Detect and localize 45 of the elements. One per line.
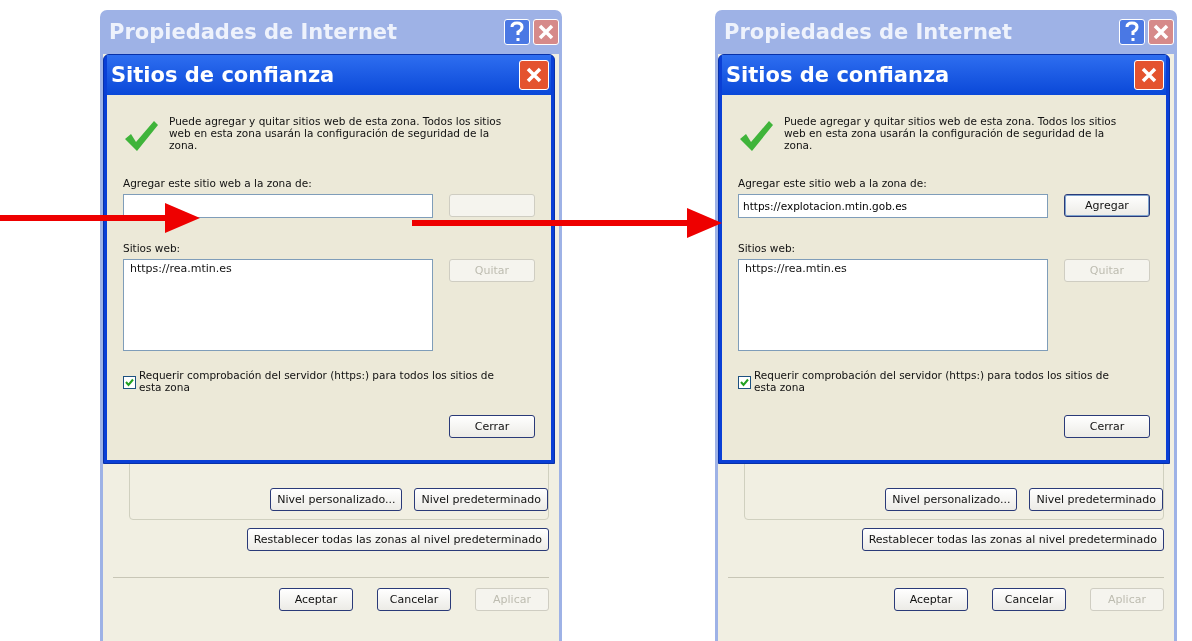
help-icon xyxy=(509,21,525,43)
close-button[interactable] xyxy=(519,60,549,90)
close-button[interactable] xyxy=(1148,19,1174,45)
help-button[interactable] xyxy=(1119,19,1145,45)
dialog-title: Sitios de confianza xyxy=(111,63,335,87)
field-label: Agregar este sitio web a la zona de: xyxy=(123,177,312,189)
list-item[interactable]: https://rea.mtin.es xyxy=(130,262,232,275)
window-title: Propiedades de Internet xyxy=(724,20,1013,44)
checkmark-icon xyxy=(738,119,774,153)
list-label: Sitios web: xyxy=(738,242,796,254)
close-icon xyxy=(1140,66,1158,84)
window-title: Propiedades de Internet xyxy=(109,20,398,44)
checkmark-icon xyxy=(123,119,159,153)
footer-button[interactable]: Aceptar xyxy=(894,588,968,611)
level-button[interactable]: Nivel personalizado... xyxy=(270,488,403,511)
close-dialog-button[interactable]: Cerrar xyxy=(449,415,535,439)
level-button[interactable]: Nivel personalizado... xyxy=(885,488,1018,511)
url-input-field[interactable] xyxy=(123,194,433,218)
checkbox-label: Requerir comprobación del servidor (https:) para todos los sitios de esta zona xyxy=(754,369,1110,394)
field-label: Agregar este sitio web a la zona de: xyxy=(738,177,927,189)
url-input-field[interactable]: https://explotacion.mtin.gob.es xyxy=(738,194,1048,218)
help-button[interactable] xyxy=(504,19,530,45)
footer-button[interactable]: Aceptar xyxy=(279,588,353,611)
close-button[interactable] xyxy=(1134,60,1164,90)
checkbox-label: Requerir comprobación del servidor (https:) para todos los sitios de esta zona xyxy=(139,369,495,394)
close-button[interactable] xyxy=(533,19,559,45)
list-item[interactable]: https://rea.mtin.es xyxy=(745,262,847,275)
close-dialog-button[interactable]: Cerrar xyxy=(1064,415,1150,439)
description-text: Puede agregar y quitar sitios web de esta zona. Todos los sitios web en esta zona usarán la configuración de seguridad de la zona. xyxy=(784,115,1118,152)
add-button[interactable]: Agregar xyxy=(1064,194,1150,217)
close-icon xyxy=(1152,23,1170,41)
footer-button[interactable]: Cancelar xyxy=(377,588,451,611)
dialog-title: Sitios de confianza xyxy=(726,63,950,87)
close-icon xyxy=(525,66,543,84)
checkbox[interactable] xyxy=(738,376,751,389)
reset-zones-button[interactable]: Restablecer todas las zonas al nivel predeterminado xyxy=(246,528,549,551)
help-icon xyxy=(1124,21,1140,43)
level-button[interactable]: Nivel predeterminado xyxy=(414,488,548,511)
description-text: Puede agregar y quitar sitios web de esta zona. Todos los sitios web en esta zona usarán la configuración de seguridad de la zona. xyxy=(169,115,503,152)
footer-button[interactable]: Cancelar xyxy=(992,588,1066,611)
level-button[interactable]: Nivel predeterminado xyxy=(1029,488,1163,511)
list-label: Sitios web: xyxy=(123,242,181,254)
close-icon xyxy=(537,23,555,41)
checkbox[interactable] xyxy=(123,376,136,389)
reset-zones-button[interactable]: Restablecer todas las zonas al nivel predeterminado xyxy=(861,528,1164,551)
